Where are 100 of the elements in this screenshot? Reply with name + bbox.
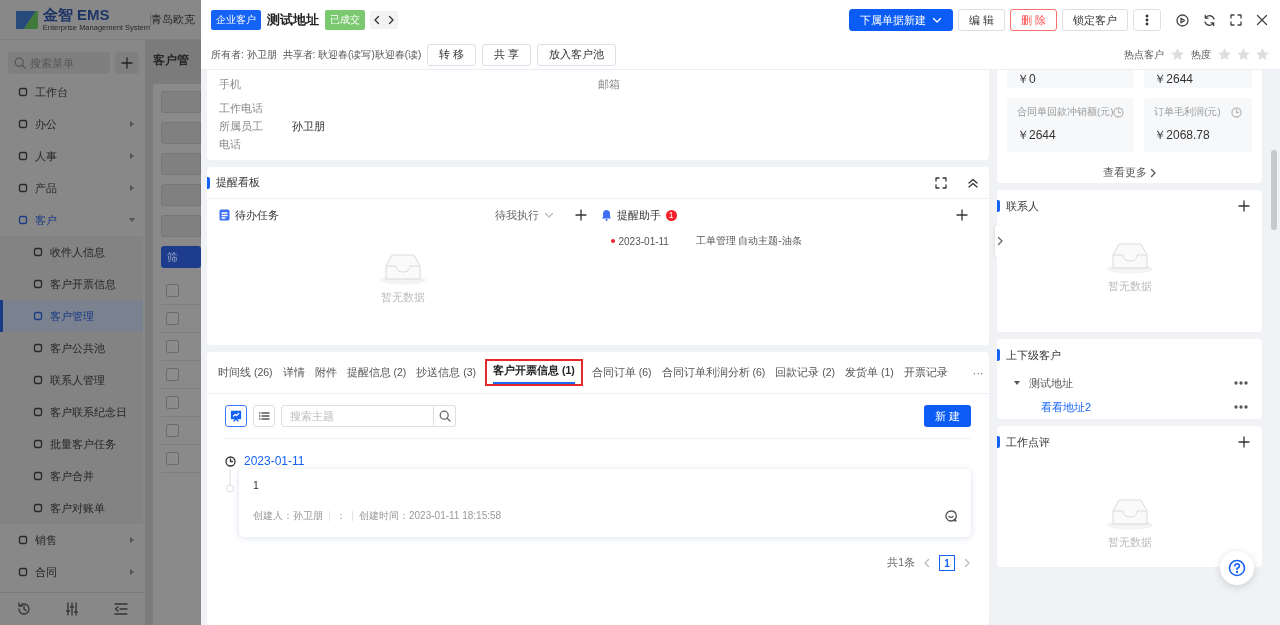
- search-field[interactable]: 搜索主题: [281, 405, 434, 427]
- tab[interactable]: 合同订单 (6): [590, 361, 653, 384]
- reminder-text[interactable]: 工单管理 自动主题-油条: [695, 234, 802, 248]
- menu-item[interactable]: 联系人管理: [0, 364, 143, 396]
- menu-item[interactable]: 客户公共池: [0, 332, 143, 364]
- menu-item[interactable]: 客户: [0, 204, 145, 236]
- scrollbar[interactable]: [1271, 150, 1277, 230]
- more-icon[interactable]: [1234, 381, 1248, 385]
- view-more-link[interactable]: 查看更多: [1102, 165, 1157, 180]
- info-clock-icon: [1231, 107, 1242, 118]
- double-chevron-up-icon[interactable]: [967, 176, 979, 189]
- tab[interactable]: 抄送信息 (3): [415, 361, 478, 384]
- page-button[interactable]: 1: [939, 555, 955, 571]
- row-checkbox[interactable]: [166, 340, 179, 353]
- tab[interactable]: 时间线 (26): [217, 361, 274, 384]
- add-button[interactable]: [115, 52, 139, 74]
- star-icon[interactable]: [1255, 47, 1270, 62]
- menu-item[interactable]: 客户对账单: [0, 492, 143, 524]
- history-icon[interactable]: [17, 602, 32, 616]
- kebab-icon: [1145, 14, 1149, 26]
- more-button[interactable]: [1133, 9, 1161, 31]
- menu-item[interactable]: 办公: [0, 108, 145, 140]
- plus-icon[interactable]: [574, 209, 587, 221]
- plus-icon[interactable]: [1238, 200, 1250, 212]
- row-checkbox[interactable]: [166, 424, 179, 437]
- caret-icon[interactable]: [1013, 380, 1021, 386]
- tree-node-label[interactable]: 测试地址: [1029, 375, 1073, 391]
- action-button[interactable]: 共 享: [482, 43, 532, 66]
- action-button[interactable]: 编 辑: [957, 9, 1005, 31]
- menu-item[interactable]: 人事: [0, 140, 145, 172]
- create-button[interactable]: 下属单据新建: [848, 9, 953, 31]
- stat-value: ￥2644: [1154, 71, 1195, 88]
- sharer-text: 共享者: 耿迎春(读写)耿迎春(读): [282, 47, 422, 62]
- square-icon: [18, 119, 28, 129]
- new-button[interactable]: 新 建: [923, 405, 971, 427]
- square-icon: [33, 407, 43, 417]
- tab[interactable]: 提醒信息 (2): [345, 361, 408, 384]
- tab[interactable]: 合同订单利润分析 (6): [660, 361, 767, 384]
- document-icon: [219, 209, 230, 221]
- question-icon: [1228, 559, 1246, 577]
- star-icon[interactable]: [1217, 47, 1232, 62]
- empty-inbox-icon: [1104, 496, 1155, 530]
- more-icon[interactable]: [1234, 405, 1248, 409]
- square-icon: [18, 215, 28, 225]
- menu-item[interactable]: 产品: [0, 172, 145, 204]
- timeline-connector: [225, 469, 235, 493]
- tab[interactable]: 客户开票信息 (1): [485, 359, 583, 386]
- filter-field[interactable]: [161, 91, 201, 113]
- menu-item[interactable]: 工作台: [0, 76, 145, 108]
- chevron-left-icon: [373, 15, 381, 25]
- square-icon: [33, 247, 43, 257]
- previous-page-icon[interactable]: [923, 558, 931, 568]
- row-checkbox[interactable]: [166, 452, 179, 465]
- menu-item[interactable]: 批量客户任务: [0, 428, 143, 460]
- sliders-icon[interactable]: [65, 602, 80, 616]
- play-circle-icon[interactable]: [1176, 13, 1189, 27]
- menu-item[interactable]: 销售: [0, 524, 145, 556]
- row-checkbox[interactable]: [166, 368, 179, 381]
- section-title: 提醒看板: [216, 175, 260, 190]
- row-checkbox[interactable]: [166, 312, 179, 325]
- menu-item[interactable]: 客户合并: [0, 460, 143, 492]
- menu-item[interactable]: 合同: [0, 556, 145, 588]
- row-checkbox[interactable]: [166, 396, 179, 409]
- comment-icon[interactable]: [945, 510, 957, 522]
- customer-link[interactable]: 看看地址2: [1041, 399, 1092, 415]
- action-button[interactable]: 放入客户池: [537, 43, 617, 66]
- empty-text: 暂无数据: [1107, 280, 1152, 294]
- collapse-icon[interactable]: [113, 602, 128, 616]
- view-toggle-button[interactable]: [225, 405, 247, 427]
- next-page-icon[interactable]: [963, 558, 971, 568]
- close-icon[interactable]: [1256, 14, 1268, 26]
- plus-icon[interactable]: [1238, 436, 1250, 448]
- status-tag: 已成交: [325, 10, 365, 30]
- refresh-icon[interactable]: [1203, 13, 1216, 27]
- collapse-handle[interactable]: [995, 225, 1004, 257]
- tab[interactable]: 详情: [281, 361, 306, 384]
- plus-icon[interactable]: [956, 209, 968, 221]
- menu-item[interactable]: 客户管理: [0, 300, 143, 332]
- menu-item[interactable]: 客户联系纪念日: [0, 396, 143, 428]
- section-title: 联系人: [1006, 198, 1039, 214]
- menu-item[interactable]: 客户开票信息: [0, 268, 143, 300]
- delete-button[interactable]: 删 除: [1009, 9, 1057, 31]
- search-button[interactable]: [434, 405, 456, 427]
- filter-button[interactable]: 筛: [161, 246, 201, 268]
- assignee-dropdown[interactable]: 待我执行: [494, 207, 554, 223]
- star-icon[interactable]: [1170, 47, 1185, 62]
- tab[interactable]: 开票记录: [902, 361, 949, 384]
- empty-inbox-icon: [1104, 240, 1155, 274]
- more-tabs-button[interactable]: ···: [967, 366, 989, 379]
- tab[interactable]: 附件: [313, 361, 338, 384]
- row-checkbox[interactable]: [166, 284, 179, 297]
- menu-item[interactable]: 收件人信息: [0, 236, 143, 268]
- tab[interactable]: 回款记录 (2): [774, 361, 837, 384]
- tab[interactable]: 发货单 (1): [844, 361, 895, 384]
- fullscreen-icon[interactable]: [1230, 14, 1242, 26]
- accent-bar: [207, 176, 210, 189]
- star-icon[interactable]: [1236, 47, 1251, 62]
- action-button[interactable]: 锁定客户: [1062, 9, 1128, 31]
- fullscreen-icon[interactable]: [935, 176, 947, 189]
- action-button[interactable]: 转 移: [427, 43, 477, 66]
